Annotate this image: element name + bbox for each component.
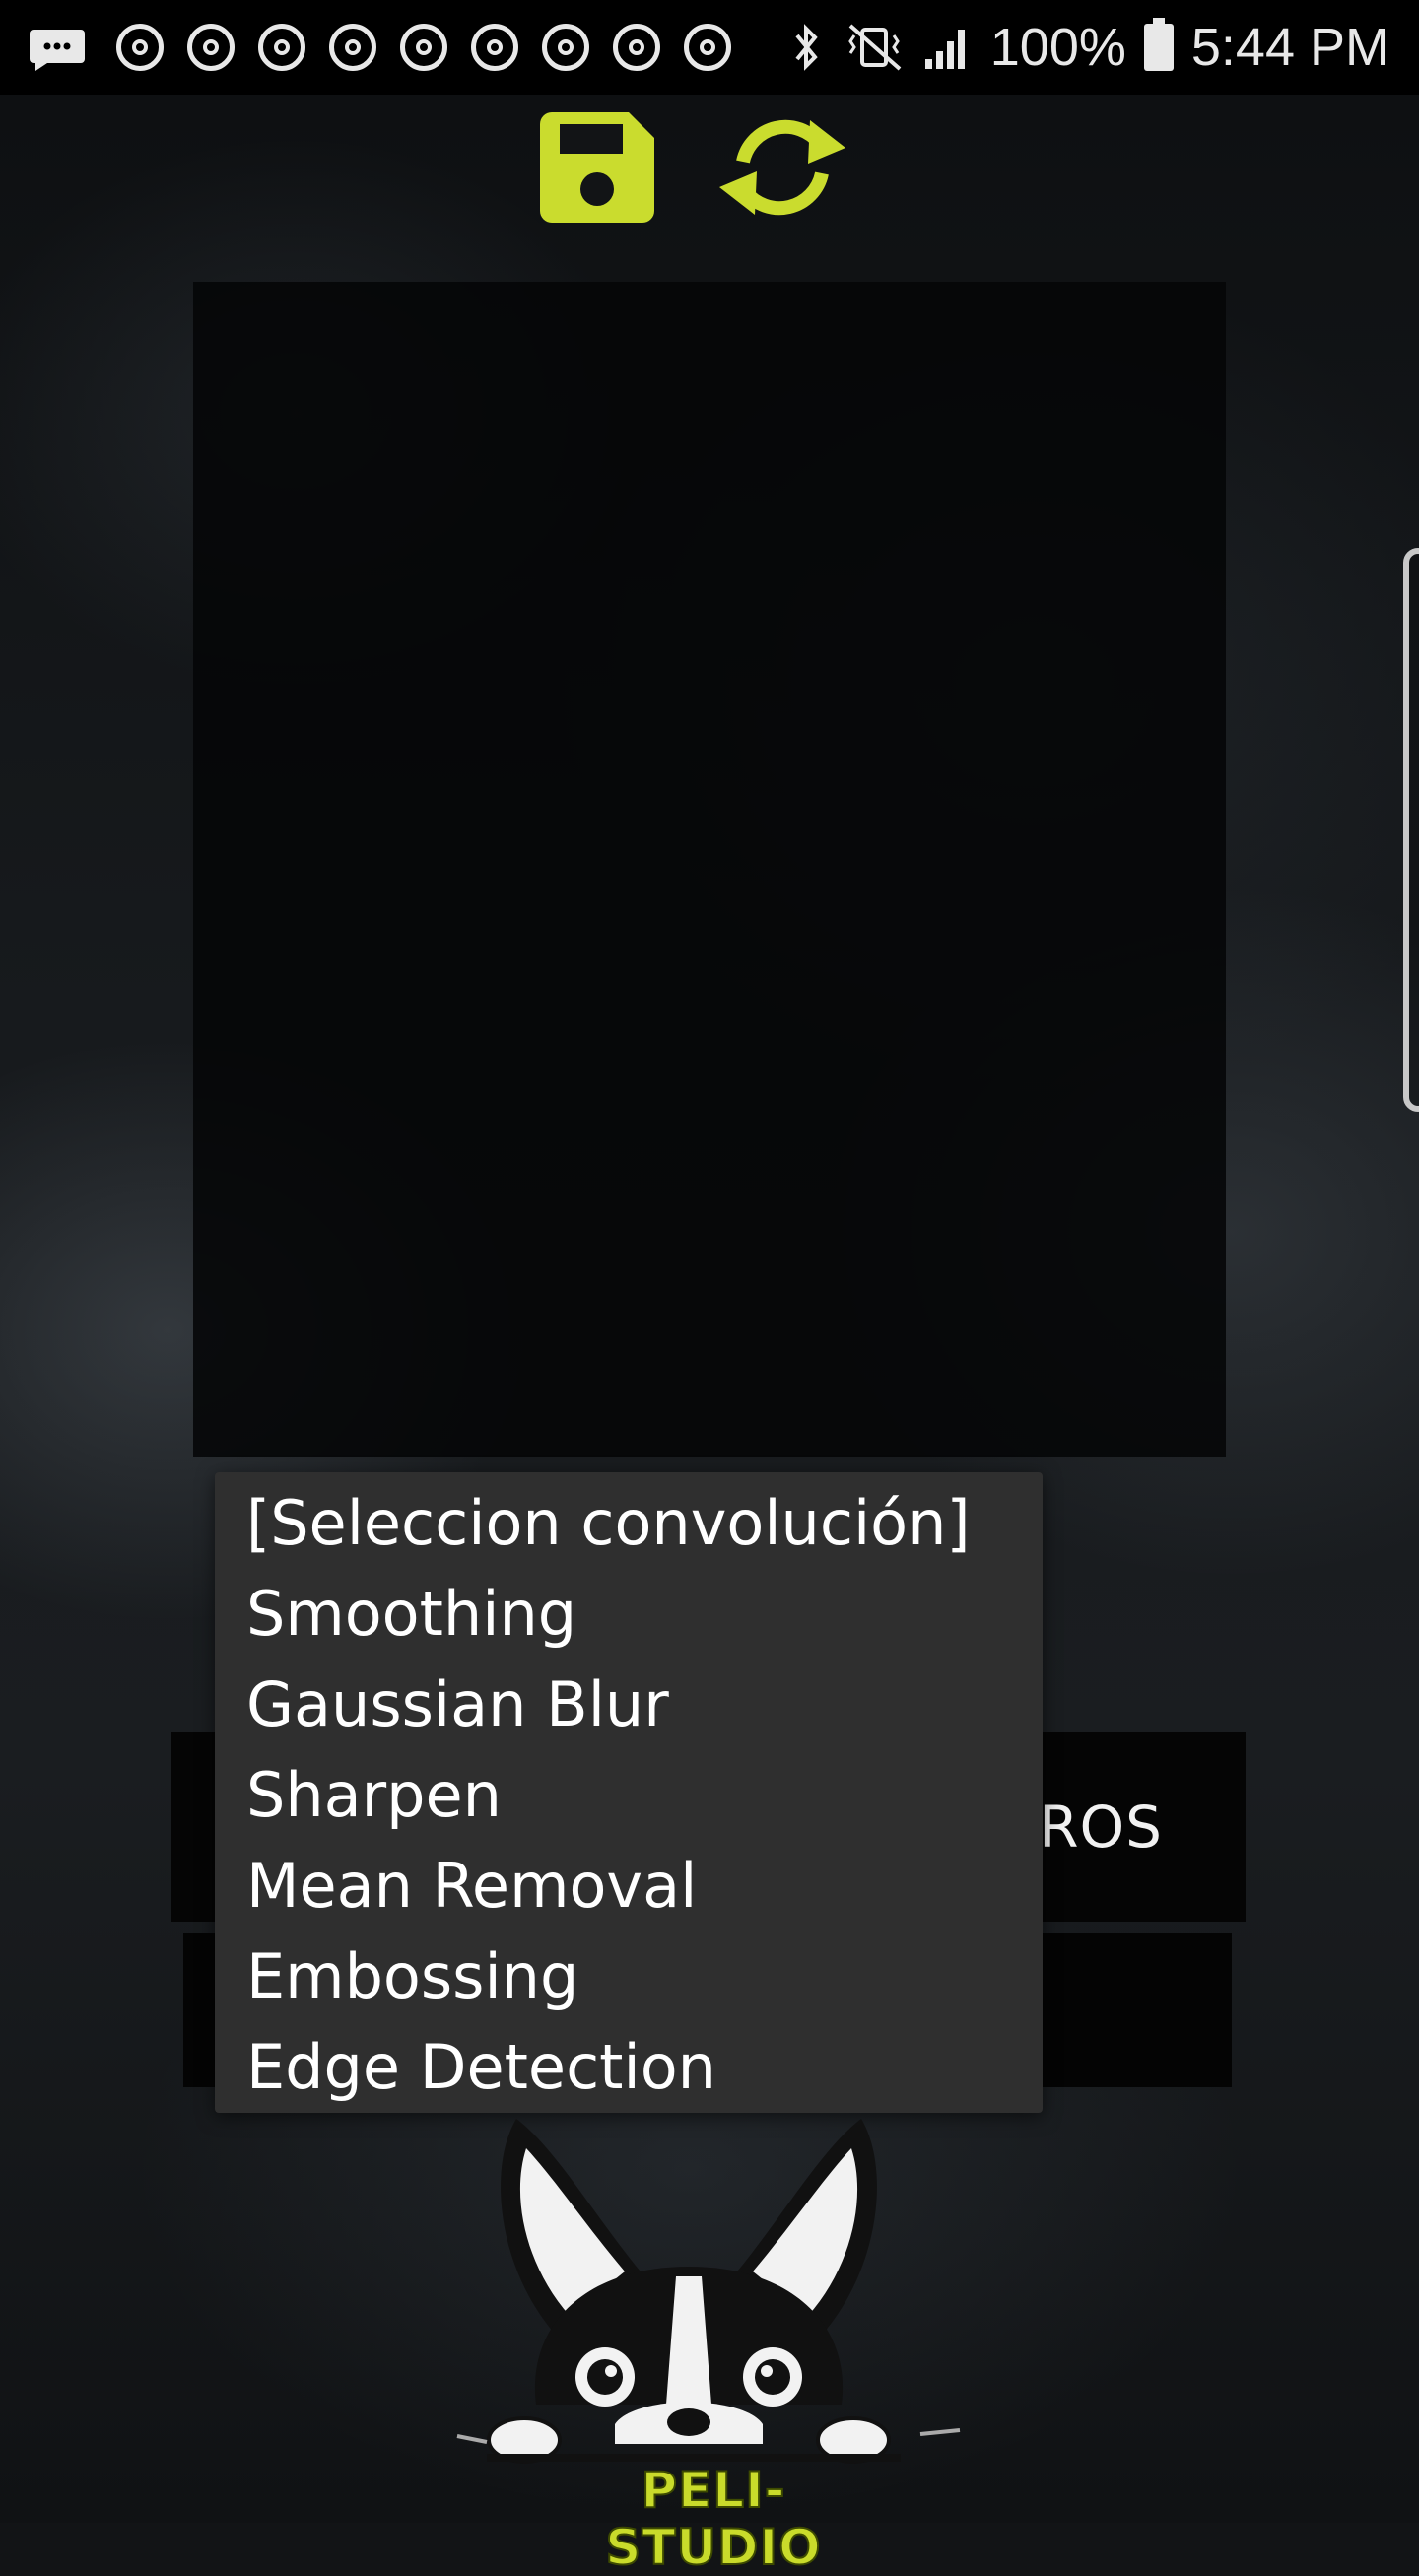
bulldog-logo-icon	[456, 2119, 961, 2464]
chrome-icon	[187, 24, 235, 71]
dropdown-item-embossing[interactable]: Embossing	[246, 1937, 578, 2016]
logo-text: PELI-STUDIO	[604, 2461, 822, 2576]
convolution-dropdown-menu: [Seleccion convolución] Smoothing Gaussi…	[215, 1472, 1043, 2113]
signal-icon	[924, 30, 965, 69]
chrome-icon	[258, 24, 305, 71]
messages-icon	[30, 30, 85, 71]
dropdown-item-sharpen[interactable]: Sharpen	[246, 1756, 502, 1835]
edge-panel-handle[interactable]	[1403, 548, 1419, 1112]
bluetooth-icon	[795, 24, 818, 71]
battery-icon	[1143, 18, 1174, 71]
dropdown-item-mean-removal[interactable]: Mean Removal	[246, 1847, 697, 1926]
clock: 5:44 PM	[1190, 18, 1389, 77]
dropdown-item-gaussian-blur[interactable]: Gaussian Blur	[246, 1665, 669, 1744]
vibrate-icon	[847, 24, 902, 71]
dropdown-item-edge-detection[interactable]: Edge Detection	[246, 2028, 716, 2107]
chrome-icon	[471, 24, 518, 71]
dropdown-item-placeholder[interactable]: [Seleccion convolución]	[246, 1484, 971, 1563]
chrome-icon	[116, 24, 164, 71]
status-right: 100% 5:44 PM	[789, 14, 1389, 81]
chrome-icon	[684, 24, 731, 71]
chrome-icon	[329, 24, 376, 71]
battery-percent: 100%	[989, 18, 1126, 77]
dropdown-item-smoothing[interactable]: Smoothing	[246, 1575, 576, 1654]
chrome-icon	[542, 24, 589, 71]
image-preview	[193, 282, 1226, 1457]
chrome-icon	[400, 24, 447, 71]
peli-studio-logo: PELI-STUDIO	[447, 2109, 980, 2576]
chrome-icon	[613, 24, 660, 71]
refresh-button[interactable]	[715, 110, 849, 225]
save-button[interactable]	[540, 112, 654, 223]
status-bar: 100% 5:44 PM	[0, 0, 1419, 95]
